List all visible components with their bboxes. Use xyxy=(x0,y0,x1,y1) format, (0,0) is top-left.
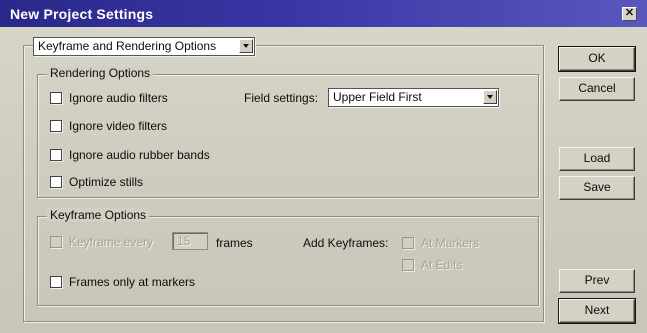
close-icon: ✕ xyxy=(624,7,635,19)
prev-button-label: Prev xyxy=(584,273,610,287)
save-button[interactable]: Save xyxy=(559,176,635,200)
field-settings-label: Field settings: xyxy=(244,91,319,105)
at-markers-label: At Markers xyxy=(421,236,480,250)
cancel-button-label: Cancel xyxy=(578,81,616,95)
frames-only-at-markers-label[interactable]: Frames only at markers xyxy=(69,275,195,289)
ignore-audio-filters-label[interactable]: Ignore audio filters xyxy=(69,91,168,105)
title-bar: New Project Settings ✕ xyxy=(0,0,647,27)
ignore-video-filters-checkbox[interactable] xyxy=(50,120,62,132)
cancel-button[interactable]: Cancel xyxy=(559,77,635,101)
at-edits-label: At Edits xyxy=(421,258,463,272)
keyframe-every-field: 15 xyxy=(172,232,208,250)
chevron-down-icon[interactable] xyxy=(483,90,497,104)
keyframe-options-group xyxy=(37,216,539,306)
rendering-options-title: Rendering Options xyxy=(47,66,154,80)
next-button-label: Next xyxy=(584,303,610,317)
frames-label: frames xyxy=(216,236,253,250)
section-dropdown[interactable]: Keyframe and Rendering Options xyxy=(33,37,255,56)
chevron-down-icon[interactable] xyxy=(239,39,253,53)
prev-button[interactable]: Prev xyxy=(559,269,635,293)
ignore-audio-rubber-bands-checkbox[interactable] xyxy=(50,149,62,161)
keyframe-every-checkbox xyxy=(50,236,62,248)
ok-button-label: OK xyxy=(588,51,606,65)
keyframe-options-title: Keyframe Options xyxy=(47,208,150,222)
keyframe-every-label: Keyframe every xyxy=(69,235,154,249)
section-dropdown-value: Keyframe and Rendering Options xyxy=(38,39,217,53)
ok-button[interactable]: OK xyxy=(558,46,636,72)
optimize-stills-checkbox[interactable] xyxy=(50,176,62,188)
field-settings-dropdown[interactable]: Upper Field First xyxy=(328,88,499,107)
window-title: New Project Settings xyxy=(10,6,154,22)
ignore-video-filters-label[interactable]: Ignore video filters xyxy=(69,119,167,133)
at-edits-checkbox xyxy=(402,259,414,271)
next-button[interactable]: Next xyxy=(558,298,636,324)
load-button[interactable]: Load xyxy=(559,147,635,171)
field-settings-value: Upper Field First xyxy=(333,90,422,104)
ignore-audio-rubber-bands-label[interactable]: Ignore audio rubber bands xyxy=(69,148,210,162)
add-keyframes-label: Add Keyframes: xyxy=(303,236,389,250)
at-markers-checkbox xyxy=(402,237,414,249)
ignore-audio-filters-checkbox[interactable] xyxy=(50,92,62,104)
keyframe-every-value: 15 xyxy=(177,234,191,248)
close-button[interactable]: ✕ xyxy=(622,7,637,21)
save-button-label: Save xyxy=(583,180,611,194)
load-button-label: Load xyxy=(583,151,611,165)
frames-only-at-markers-checkbox[interactable] xyxy=(50,276,62,288)
optimize-stills-label[interactable]: Optimize stills xyxy=(69,175,143,189)
